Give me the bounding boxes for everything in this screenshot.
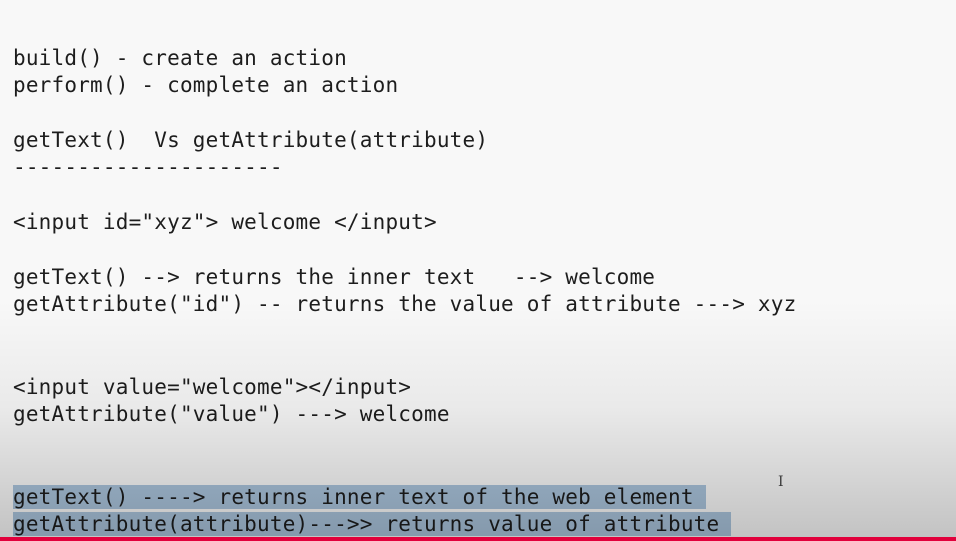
- divider-line: ---------------------: [13, 155, 283, 179]
- text-line: getAttribute("id") -- returns the value …: [13, 292, 797, 316]
- text-line: getAttribute("value") ---> welcome: [13, 402, 450, 426]
- text-line: perform() - complete an action: [13, 73, 399, 97]
- selection-highlight: getAttribute(attribute)--->> returns val…: [13, 512, 732, 536]
- text-line: <input id="xyz"> welcome </input>: [13, 210, 437, 234]
- text-cursor-icon: I: [778, 474, 784, 490]
- text-line: <input value="welcome"></input>: [13, 375, 412, 399]
- text-line: getText() Vs getAttribute(attribute): [13, 128, 489, 152]
- selected-text-line: getAttribute(attribute)--->> returns val…: [13, 511, 732, 538]
- selected-text-line: getText() ----> returns inner text of th…: [13, 484, 706, 511]
- text-line: build() - create an action: [13, 46, 347, 70]
- text-line: getText() --> returns the inner text -->…: [13, 265, 656, 289]
- video-progress-bar[interactable]: [0, 537, 956, 541]
- selection-highlight: getText() ----> returns inner text of th…: [13, 485, 706, 509]
- text-editor[interactable]: build() - create an action perform() - c…: [0, 0, 956, 541]
